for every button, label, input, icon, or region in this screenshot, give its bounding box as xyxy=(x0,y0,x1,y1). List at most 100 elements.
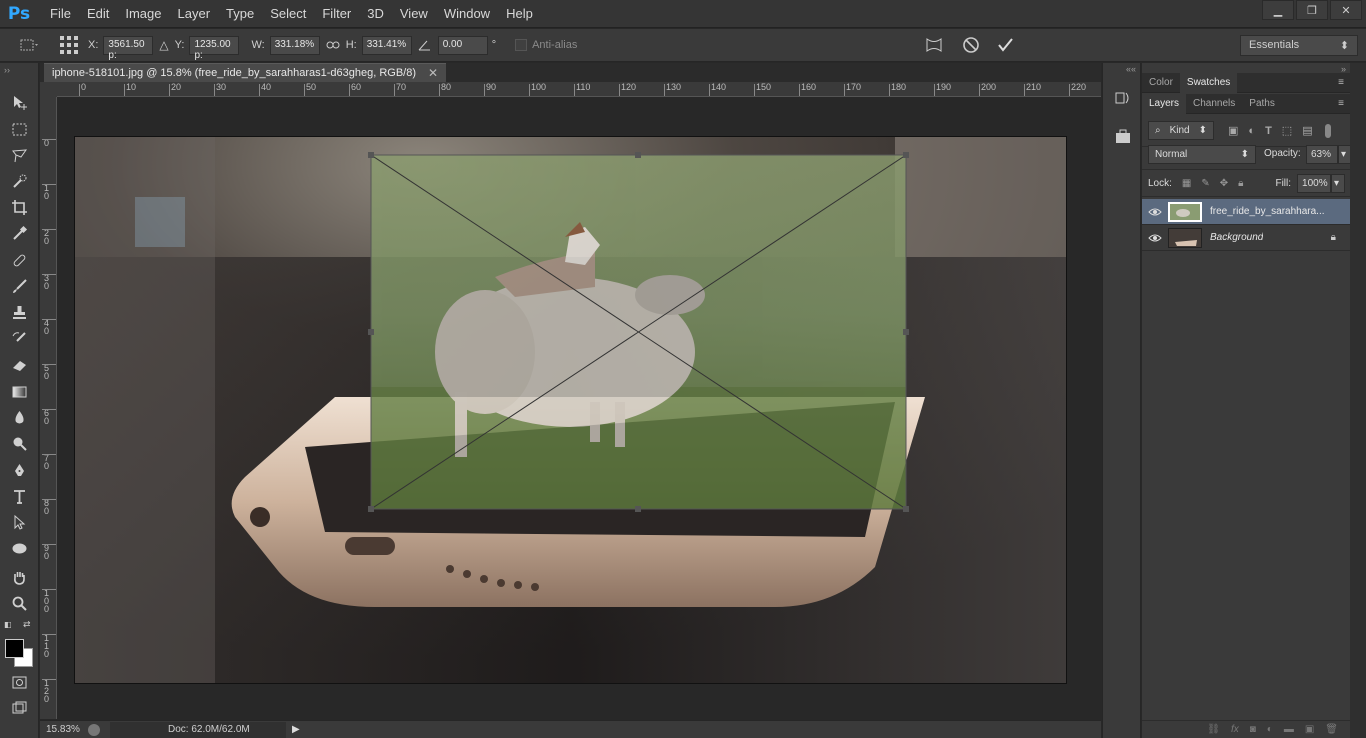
crop-tool[interactable] xyxy=(8,196,30,218)
lasso-tool[interactable] xyxy=(8,144,30,166)
minimize-button[interactable]: ▁ xyxy=(1262,0,1294,20)
x-input[interactable]: 3561.50 p: xyxy=(103,35,154,61)
quick-mask-button[interactable] xyxy=(8,671,30,693)
fill-input[interactable]: 100% xyxy=(1297,173,1332,193)
status-info-icon[interactable] xyxy=(88,723,100,736)
visibility-eye-icon[interactable] xyxy=(1142,233,1168,243)
menu-file[interactable]: File xyxy=(42,0,79,28)
new-group-icon[interactable]: ▬ xyxy=(1284,724,1294,735)
new-layer-icon[interactable]: ▣ xyxy=(1305,724,1314,735)
swap-colors-icon[interactable]: ⇄ xyxy=(23,619,31,630)
height-input[interactable]: 331.41% xyxy=(361,35,412,55)
tab-layers[interactable]: Layers xyxy=(1142,94,1187,114)
new-adjustment-layer-icon[interactable]: ◐ xyxy=(1267,724,1273,735)
blend-mode-select[interactable]: Normal ⬍ xyxy=(1148,145,1256,164)
layer-row-free-ride[interactable]: free_ride_by_sarahhara... xyxy=(1142,199,1350,225)
quick-selection-tool[interactable] xyxy=(8,170,30,192)
menu-layer[interactable]: Layer xyxy=(170,0,219,28)
ellipse-tool[interactable] xyxy=(8,537,30,559)
brush-tool[interactable] xyxy=(8,275,30,297)
filter-toggle-switch[interactable] xyxy=(1324,123,1331,138)
expand-toolbar-icon[interactable]: ›› xyxy=(4,65,10,75)
workspace-switcher[interactable]: Essentials ⬍ xyxy=(1240,35,1358,56)
collapse-panels-icon[interactable]: » xyxy=(1341,64,1346,74)
menu-window[interactable]: Window xyxy=(436,0,498,28)
hand-tool[interactable] xyxy=(8,566,30,588)
screen-mode-button[interactable] xyxy=(8,697,30,719)
layers-panel-menu-icon[interactable]: ≡ xyxy=(1332,94,1350,113)
gradient-tool[interactable] xyxy=(8,380,30,402)
add-mask-icon[interactable]: ◙ xyxy=(1250,724,1256,735)
filter-shape-icon[interactable]: ⬚ xyxy=(1282,124,1292,137)
move-tool[interactable] xyxy=(8,91,30,113)
history-brush-tool[interactable] xyxy=(8,327,30,349)
panel-scrollbar[interactable] xyxy=(1350,63,1366,738)
menu-select[interactable]: Select xyxy=(262,0,314,28)
menu-type[interactable]: Type xyxy=(218,0,262,28)
menu-help[interactable]: Help xyxy=(498,0,541,28)
width-input[interactable]: 331.18% xyxy=(269,35,320,55)
close-button[interactable]: ✕ xyxy=(1330,0,1362,20)
relative-position-toggle[interactable]: △ xyxy=(159,38,168,52)
layer-row-background[interactable]: Background 🔒︎ xyxy=(1142,225,1350,251)
tab-channels[interactable]: Channels xyxy=(1186,94,1242,114)
properties-panel-button[interactable] xyxy=(1115,129,1131,148)
pen-tool[interactable] xyxy=(8,459,30,481)
eraser-tool[interactable] xyxy=(8,354,30,376)
document-tab[interactable]: iphone-518101.jpg @ 15.8% (free_ride_by_… xyxy=(44,63,447,82)
eyedropper-tool[interactable] xyxy=(8,222,30,244)
warp-mode-button[interactable] xyxy=(924,36,944,57)
commit-transform-button[interactable] xyxy=(996,36,1014,57)
history-panel-button[interactable] xyxy=(1115,90,1131,109)
layer-style-icon[interactable]: fx xyxy=(1231,724,1239,735)
link-layers-icon[interactable]: ⛓ xyxy=(1207,724,1220,735)
lock-image-icon[interactable]: ✎ xyxy=(1201,178,1209,189)
ruler-origin[interactable] xyxy=(40,82,57,97)
filter-adjustment-icon[interactable]: ◐ xyxy=(1248,125,1255,137)
canvas-area[interactable] xyxy=(58,97,1101,719)
path-selection-tool[interactable] xyxy=(8,511,30,533)
lock-transparent-icon[interactable]: ▦ xyxy=(1182,178,1191,189)
menu-view[interactable]: View xyxy=(392,0,436,28)
filter-pixel-icon[interactable]: ▣ xyxy=(1228,124,1238,137)
foreground-color-swatch[interactable] xyxy=(5,639,24,658)
layer-name[interactable]: free_ride_by_sarahhara... xyxy=(1210,206,1325,217)
panel-menu-icon[interactable]: ≡ xyxy=(1332,73,1350,92)
opacity-input[interactable]: 63% xyxy=(1306,145,1338,164)
tab-color[interactable]: Color xyxy=(1142,73,1180,93)
tab-swatches[interactable]: Swatches xyxy=(1179,73,1238,93)
healing-brush-tool[interactable] xyxy=(8,249,30,271)
menu-filter[interactable]: Filter xyxy=(314,0,359,28)
collapse-dock-icon[interactable]: «« xyxy=(1126,64,1136,74)
zoom-tool[interactable] xyxy=(8,592,30,614)
document-canvas[interactable] xyxy=(74,136,1067,684)
maintain-aspect-ratio[interactable] xyxy=(326,40,340,50)
clone-stamp-tool[interactable] xyxy=(8,301,30,323)
blur-tool[interactable] xyxy=(8,406,30,428)
vertical-ruler[interactable]: 0 1 0 2 0 3 0 4 0 5 0 6 0 7 0 8 0 9 0 1 0 0 1 1 0 1 … xyxy=(40,97,57,719)
antialias-checkbox[interactable] xyxy=(515,39,528,51)
rotation-input[interactable]: 0.00 xyxy=(437,35,488,55)
default-colors-icon[interactable]: ◧ xyxy=(4,620,12,629)
close-tab-icon[interactable]: ✕ xyxy=(428,66,438,80)
menu-image[interactable]: Image xyxy=(117,0,169,28)
fill-dropdown-icon[interactable]: ▾ xyxy=(1331,173,1346,193)
lock-position-icon[interactable]: ✥ xyxy=(1220,178,1228,189)
reference-point-locator[interactable] xyxy=(58,34,80,56)
status-menu-arrow-icon[interactable]: ▶ xyxy=(292,724,300,735)
zoom-level[interactable]: 15.83% xyxy=(40,724,88,735)
lock-all-icon[interactable]: 🔒︎ xyxy=(1238,178,1243,189)
menu-3d[interactable]: 3D xyxy=(359,0,392,28)
tab-paths[interactable]: Paths xyxy=(1242,94,1282,114)
layer-name[interactable]: Background xyxy=(1210,232,1263,243)
marquee-tool[interactable] xyxy=(8,118,30,140)
dodge-tool[interactable] xyxy=(8,432,30,454)
cancel-transform-button[interactable] xyxy=(962,36,980,57)
horizontal-ruler[interactable]: 0 10 20 30 40 50 60 70 80 90 100 110 120 130 140 150 160… xyxy=(57,82,1101,97)
delete-layer-icon[interactable]: 🗑︎ xyxy=(1325,724,1338,735)
visibility-eye-icon[interactable] xyxy=(1142,207,1168,217)
menu-edit[interactable]: Edit xyxy=(79,0,117,28)
transform-tool-preset[interactable] xyxy=(18,37,40,53)
type-tool[interactable] xyxy=(8,485,30,507)
restore-button[interactable]: ❐ xyxy=(1296,0,1328,20)
